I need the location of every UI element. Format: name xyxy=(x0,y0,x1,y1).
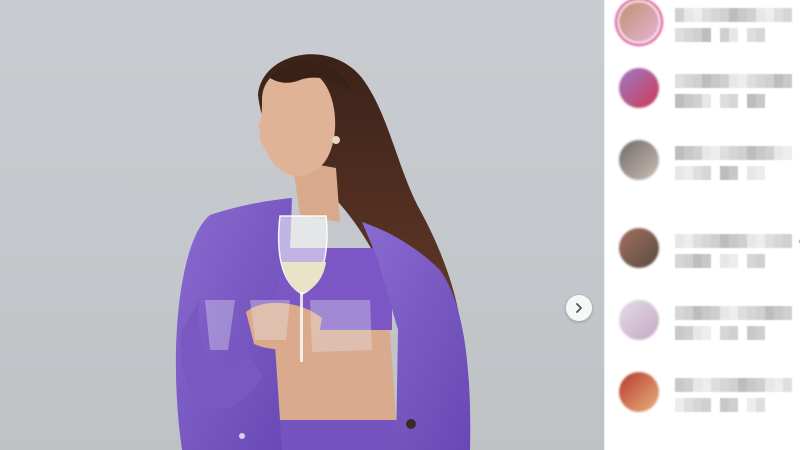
avatar[interactable] xyxy=(619,300,659,340)
comment-item[interactable] xyxy=(619,2,800,62)
next-photo-button[interactable] xyxy=(566,295,592,321)
avatar[interactable] xyxy=(619,140,659,180)
comment-text-blurred xyxy=(675,398,765,412)
comment-username-blurred xyxy=(675,74,792,88)
comment-text-blurred xyxy=(675,94,765,108)
comment-username-blurred xyxy=(675,146,792,160)
avatar[interactable] xyxy=(619,68,659,108)
comment-username-blurred xyxy=(675,306,792,320)
comment-username-blurred xyxy=(675,378,792,392)
chevron-right-icon xyxy=(576,303,582,313)
comment-text-blurred xyxy=(675,254,765,268)
comments-panel[interactable]: eL xyxy=(605,0,800,450)
comment-text-blurred xyxy=(675,326,765,340)
comment-text-blurred xyxy=(675,166,765,180)
avatar[interactable] xyxy=(619,2,659,42)
comment-username-blurred xyxy=(675,234,792,248)
avatar[interactable] xyxy=(619,228,659,268)
comment-item[interactable] xyxy=(619,140,800,200)
comment-item[interactable]: e xyxy=(619,228,800,288)
comment-username-blurred xyxy=(675,8,792,22)
comment-item[interactable]: L xyxy=(619,372,800,432)
comment-item[interactable] xyxy=(619,68,800,128)
post-photo xyxy=(175,54,471,450)
comment-text-blurred xyxy=(675,28,765,42)
comment-item[interactable] xyxy=(619,300,800,360)
avatar[interactable] xyxy=(619,372,659,412)
post-media[interactable] xyxy=(0,0,604,450)
